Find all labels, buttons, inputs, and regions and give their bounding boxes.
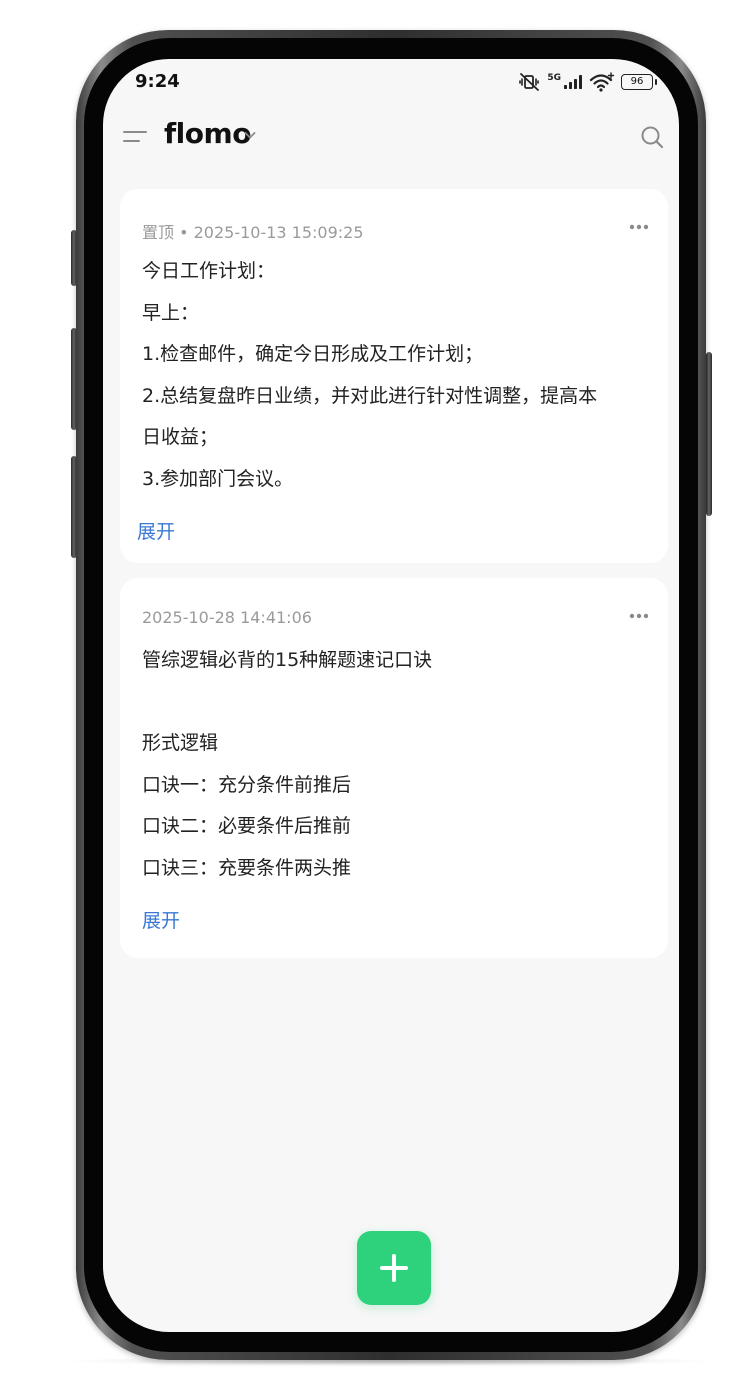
memo-line: 3.参加部门会议。 [142, 467, 294, 490]
device-mockup: 9:24 5G 96 flomo 置顶 • 2025-10-13 15:09:2… [0, 0, 754, 1383]
memo-content: 今日工作计划： 早上： 1.检查邮件，确定今日形成及工作计划； 2.总结复盘昨日… [142, 257, 648, 506]
memo-line: 口诀二：必要条件后推前 [142, 815, 352, 837]
battery-icon: 96 [621, 74, 657, 90]
wifi-icon [589, 72, 615, 92]
expand-link[interactable]: 展开 [142, 906, 180, 933]
chevron-down-icon[interactable] [242, 127, 258, 143]
app-header: flomo [103, 115, 679, 161]
memo-card[interactable]: 置顶 • 2025-10-13 15:09:25 今日工作计划： 早上： 1.检… [120, 189, 668, 563]
search-icon[interactable] [640, 125, 664, 149]
memo-card[interactable]: 2025-10-28 14:41:06 管综逻辑必背的15种解题速记口诀 形式逻… [120, 578, 668, 958]
status-icons: 5G 96 [519, 71, 657, 93]
app-screen: 9:24 5G 96 flomo 置顶 • 2025-10-13 15:09:2… [103, 59, 679, 1332]
memo-meta: 2025-10-28 14:41:06 [142, 608, 312, 627]
menu-icon[interactable] [123, 128, 149, 148]
power-button [706, 352, 712, 516]
status-time: 9:24 [135, 71, 180, 92]
mute-vibrate-icon [519, 73, 540, 91]
memo-line: 口诀三：充要条件两头推 [142, 856, 352, 879]
more-icon[interactable] [628, 219, 650, 235]
memo-line: 2.总结复盘昨日业绩，并对此进行针对性调整，提高本 [142, 384, 598, 407]
more-icon[interactable] [628, 608, 650, 624]
expand-link[interactable]: 展开 [137, 517, 175, 544]
add-memo-button[interactable] [357, 1231, 431, 1305]
memo-line: 日收益； [142, 426, 219, 448]
memo-line: 管综逻辑必背的15种解题速记口诀 [142, 649, 433, 671]
memo-meta: 置顶 • 2025-10-13 15:09:25 [142, 223, 364, 242]
memo-blank-line [142, 688, 648, 730]
app-title[interactable]: flomo [164, 117, 251, 150]
memo-line: 早上： [142, 301, 200, 324]
memo-line: 口诀一：充分条件前推后 [142, 773, 352, 796]
network-type: 5G [547, 73, 561, 83]
memo-line: 形式逻辑 [142, 732, 219, 754]
memo-line: 1.检查邮件，确定今日形成及工作计划； [142, 343, 484, 365]
signal-icon [564, 75, 582, 89]
memo-line: 今日工作计划： [142, 260, 276, 282]
memo-content: 管综逻辑必背的15种解题速记口诀 形式逻辑 口诀一：充分条件前推后 口诀二：必要… [142, 646, 648, 895]
